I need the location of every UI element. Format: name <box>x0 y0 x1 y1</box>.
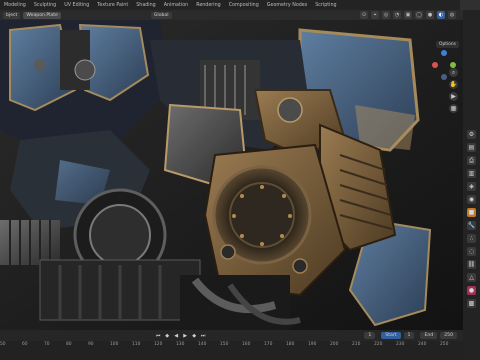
ruler-tick: 130 <box>176 342 185 347</box>
tab-uv-editing[interactable]: UV Editing <box>60 3 93 8</box>
grid-icon[interactable]: ▦ <box>449 104 458 113</box>
ruler-tick: 50 <box>0 342 6 347</box>
workspace-tabs-bar: Modeling Sculpting UV Editing Texture Pa… <box>0 0 480 10</box>
output-properties-icon[interactable]: ⎙ <box>467 156 476 165</box>
material-preview-icon[interactable]: ◐ <box>437 11 445 19</box>
ruler-tick: 70 <box>44 342 50 347</box>
modifier-properties-icon[interactable]: 🔧 <box>467 221 476 230</box>
wireframe-shading-icon[interactable]: ◯ <box>415 11 423 19</box>
prev-keyframe-icon[interactable]: ◆ <box>164 332 171 339</box>
axis-z-dot[interactable] <box>441 50 447 56</box>
scene-header-button[interactable] <box>460 0 480 10</box>
ruler-tick: 170 <box>264 342 273 347</box>
ruler-tick: 60 <box>22 342 28 347</box>
tab-compositing[interactable]: Compositing <box>225 3 263 8</box>
physics-properties-icon[interactable]: ◌ <box>467 247 476 256</box>
viewport-shading-icons: ⊙ ⌖ ◎ ◔ ▣ ◯ ● ◐ ◍ <box>360 11 456 19</box>
play-reverse-icon[interactable]: ◀ <box>173 332 180 339</box>
render-properties-icon[interactable]: ▤ <box>467 143 476 152</box>
tool-properties-icon[interactable]: ⚙ <box>467 130 476 139</box>
jump-end-icon[interactable]: ⏭ <box>200 332 207 339</box>
jump-start-icon[interactable]: ⏮ <box>155 332 162 339</box>
start-label: Start <box>381 332 401 339</box>
texture-properties-icon[interactable]: ▩ <box>467 299 476 308</box>
world-properties-icon[interactable]: ◉ <box>467 195 476 204</box>
camera-icon[interactable]: ▶ <box>449 92 458 101</box>
snap-icon[interactable]: ⌖ <box>371 11 379 19</box>
active-object-field[interactable]: Weapon.Plate <box>23 11 61 19</box>
mech-render-image <box>0 20 463 330</box>
overlays-icon[interactable]: ◔ <box>393 11 401 19</box>
start-frame-field[interactable]: 1 <box>403 332 415 339</box>
axis-x-dot[interactable] <box>432 62 438 68</box>
view-layer-icon[interactable]: ▥ <box>467 169 476 178</box>
tab-modeling[interactable]: Modeling <box>0 3 30 8</box>
timeline-ruler[interactable]: 50 60 70 80 90 100 110 120 130 140 150 1… <box>0 341 463 360</box>
tab-texture-paint[interactable]: Texture Paint <box>93 3 132 8</box>
ruler-tick: 180 <box>286 342 295 347</box>
tab-sculpting[interactable]: Sculpting <box>30 3 60 8</box>
object-properties-icon[interactable]: ■ <box>467 208 476 217</box>
transform-orientation-select[interactable]: Global <box>150 11 172 19</box>
play-icon[interactable]: ▶ <box>182 332 189 339</box>
ruler-tick: 220 <box>374 342 383 347</box>
timeline-header: ⏮ ◆ ◀ ▶ ◆ ⏭ 1 Start 1 End 250 <box>0 330 463 341</box>
ruler-tick: 210 <box>352 342 361 347</box>
proportional-edit-icon[interactable]: ◎ <box>382 11 390 19</box>
tab-rendering[interactable]: Rendering <box>192 3 225 8</box>
constraints-icon[interactable]: ⛓ <box>467 260 476 269</box>
ruler-tick: 120 <box>154 342 163 347</box>
3d-viewport[interactable]: Options ⌕ ✋ ▶ ▦ <box>0 20 463 330</box>
ruler-tick: 110 <box>132 342 141 347</box>
solid-shading-icon[interactable]: ● <box>426 11 434 19</box>
ruler-tick: 190 <box>308 342 317 347</box>
particles-icon[interactable]: ∴ <box>467 234 476 243</box>
axis-neg-z-dot[interactable] <box>441 74 447 80</box>
data-properties-icon[interactable]: △ <box>467 273 476 282</box>
current-frame-field[interactable]: 1 <box>364 332 376 339</box>
options-dropdown[interactable]: Options <box>436 41 459 48</box>
rendered-shading-icon[interactable]: ◍ <box>448 11 456 19</box>
next-keyframe-icon[interactable]: ◆ <box>191 332 198 339</box>
tab-geometry-nodes[interactable]: Geometry Nodes <box>263 3 311 8</box>
ruler-tick: 200 <box>330 342 339 347</box>
viewport-header: bject Weapon.Plate Global ⊙ ⌖ ◎ ◔ ▣ ◯ ● … <box>0 10 463 20</box>
pivot-icon[interactable]: ⊙ <box>360 11 368 19</box>
ruler-tick: 140 <box>198 342 207 347</box>
tab-scripting[interactable]: Scripting <box>311 3 340 8</box>
ruler-tick: 80 <box>66 342 72 347</box>
pan-hand-icon[interactable]: ✋ <box>449 80 458 89</box>
ruler-tick: 240 <box>418 342 427 347</box>
scene-properties-icon[interactable]: ◈ <box>467 182 476 191</box>
material-properties-icon[interactable]: ● <box>467 286 476 295</box>
properties-tab-strip: ⚙ ▤ ⎙ ▥ ◈ ◉ ■ 🔧 ∴ ◌ ⛓ △ ● ▩ <box>460 0 480 360</box>
ruler-tick: 90 <box>88 342 94 347</box>
end-frame-field[interactable]: 250 <box>440 332 457 339</box>
end-label: End <box>420 332 438 339</box>
ruler-tick: 160 <box>242 342 251 347</box>
xray-icon[interactable]: ▣ <box>404 11 412 19</box>
tab-animation[interactable]: Animation <box>160 3 192 8</box>
ruler-tick: 250 <box>440 342 449 347</box>
ruler-tick: 100 <box>110 342 119 347</box>
zoom-icon[interactable]: ⌕ <box>449 68 458 77</box>
ruler-tick: 230 <box>396 342 405 347</box>
ruler-tick: 150 <box>220 342 229 347</box>
object-menu[interactable]: bject <box>3 11 21 19</box>
tab-shading[interactable]: Shading <box>132 3 160 8</box>
